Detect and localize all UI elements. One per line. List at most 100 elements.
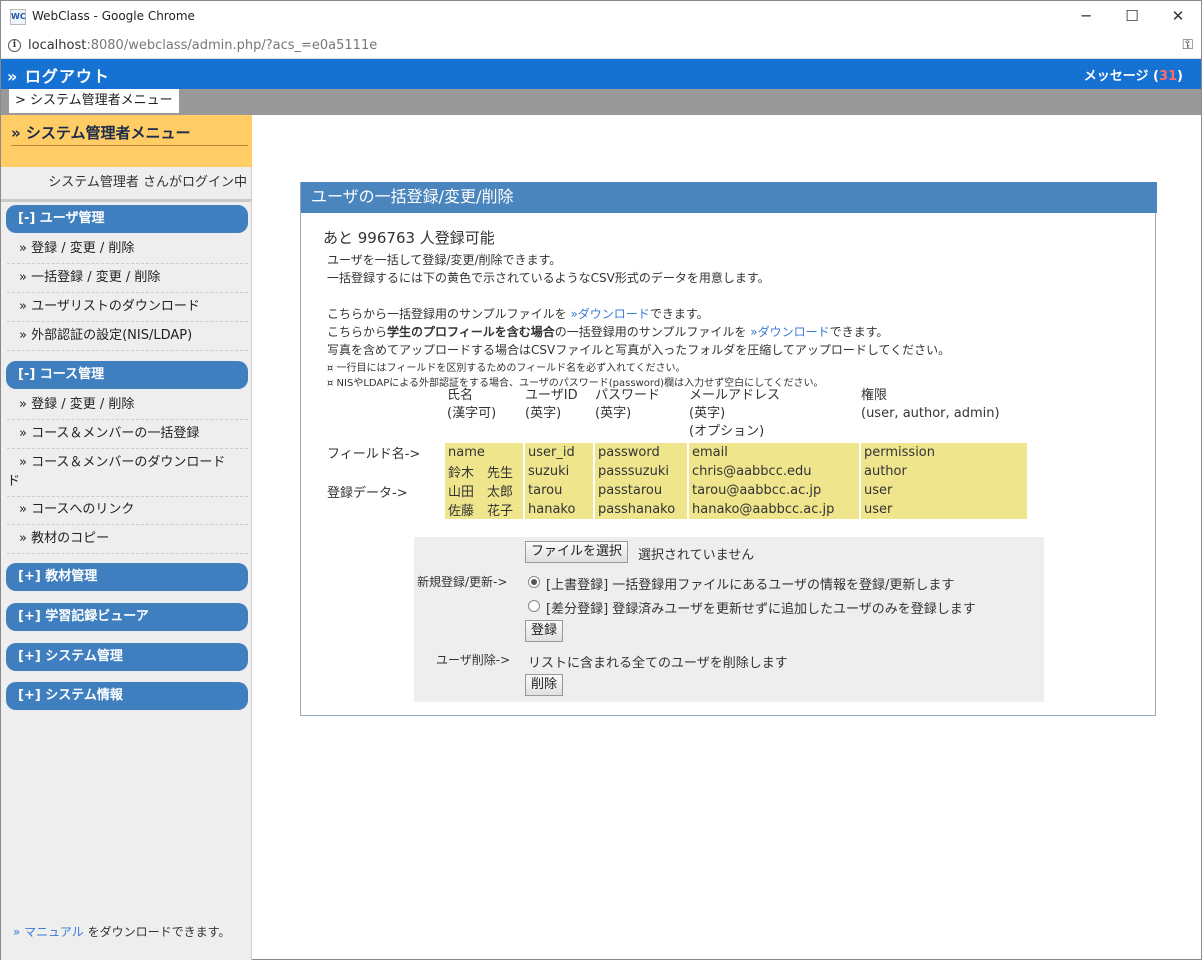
url-text[interactable]: localhost:8080/webclass/admin.php/?acs_=… xyxy=(28,38,377,53)
col-email-optional: (オプション) xyxy=(689,424,765,439)
sample-download-line: こちらから一括登録用のサンプルファイルを »ダウンロードできます。 xyxy=(327,305,709,322)
table-cell: passsuzuki xyxy=(595,462,687,481)
site-info-icon[interactable]: i xyxy=(8,39,21,52)
section-system-info[interactable]: [+] システム情報 xyxy=(6,682,248,710)
profile-sample-text: こちらから xyxy=(327,325,388,339)
sidebar-item-external-auth[interactable]: » 外部認証の設定(NIS/LDAP) xyxy=(7,321,248,351)
register-button[interactable]: 登録 xyxy=(525,620,564,642)
column-header-name: 氏名 (漢字可) xyxy=(447,387,496,423)
table-cell: name xyxy=(445,443,523,462)
sidebar-item-user-register[interactable]: » 登録 / 変更 / 削除 xyxy=(7,234,248,264)
delete-description: リストに含まれる全てのユーザを削除します xyxy=(528,656,788,671)
column-header-password: パスワード (英字) xyxy=(595,387,660,423)
section-material-management[interactable]: [+] 教材管理 xyxy=(6,563,248,591)
sample-text-end: できます。 xyxy=(649,307,709,321)
table-cell: tarou@aabbcc.ac.jp xyxy=(689,481,859,500)
sidebar-item-course-register[interactable]: » 登録 / 変更 / 削除 xyxy=(7,390,248,420)
table-cell: hanako@aabbcc.ac.jp xyxy=(689,500,859,519)
browser-window: WC WebClass - Google Chrome ─ ☐ ✕ i loca… xyxy=(0,0,1202,960)
section-learning-viewer[interactable]: [+] 学習記録ビューア xyxy=(6,603,248,631)
col-permission-title: 権限 xyxy=(861,388,888,403)
photo-upload-note: 写真を含めてアップロードする場合はCSVファイルと写真が入ったフォルダを圧縮して… xyxy=(327,343,951,357)
breadcrumb-bar: > システム管理者メニュー xyxy=(1,89,1201,115)
manual-link[interactable]: » マニュアル xyxy=(13,925,84,939)
sidebar-item-user-bulk[interactable]: » 一括登録 / 変更 / 削除 xyxy=(7,263,248,293)
table-cell: chris@aabbcc.edu xyxy=(689,462,859,481)
col-password-sub: (英字) xyxy=(595,406,632,421)
sidebar-item-course-download[interactable]: » コース＆メンバーのダウンロード ド xyxy=(7,448,248,497)
sidebar-item-course-bulk[interactable]: » コース＆メンバーの一括登録 xyxy=(7,419,248,449)
table-cell: hanako xyxy=(525,500,593,519)
url-path: :8080/webclass/admin.php/?acs_=e0a5111e xyxy=(86,38,378,53)
col-userid-title: ユーザID xyxy=(525,388,578,403)
col-password-title: パスワード xyxy=(595,388,661,403)
panel-title: ユーザの一括登録/変更/削除 xyxy=(301,182,1157,213)
table-cell: passhanako xyxy=(595,500,687,519)
maximize-button[interactable]: ☐ xyxy=(1109,1,1155,33)
window-title: WebClass - Google Chrome xyxy=(32,9,195,23)
table-row: name user_id password email permission xyxy=(445,443,1027,462)
section-course-management[interactable]: [-] コース管理 xyxy=(6,361,248,389)
address-bar[interactable]: i localhost:8080/webclass/admin.php/?acs… xyxy=(1,33,1201,59)
upload-form: ファイルを選択 選択されていません 新規登録/更新-> [上書登録] 一括登録用… xyxy=(414,537,1044,702)
table-cell: 佐藤 花子 xyxy=(445,500,523,519)
login-status: システム管理者 さんがログイン中 xyxy=(48,175,247,190)
table-row: 山田 太郎 tarou passtarou tarou@aabbcc.ac.jp… xyxy=(445,481,1027,500)
data-row-label: 登録データ-> xyxy=(327,486,408,501)
url-host: localhost xyxy=(28,38,87,53)
table-cell: 山田 太郎 xyxy=(445,481,523,500)
breadcrumb[interactable]: > システム管理者メニュー xyxy=(9,89,179,113)
col-permission-sub: (user, author, admin) xyxy=(861,406,1000,421)
col-email-sub: (英字) xyxy=(689,406,726,421)
sidebar: » システム管理者メニュー システム管理者 さんがログイン中 [-] ユーザ管理… xyxy=(1,115,252,960)
manual-text: をダウンロードできます。 xyxy=(83,925,231,939)
table-cell: suzuki xyxy=(525,462,593,481)
table-cell: permission xyxy=(861,443,1027,462)
sidebar-item-course-download-wrap: ド xyxy=(7,474,21,489)
description-line-2: 一括登録するには下の黄色で示されているようなCSV形式のデータを用意します。 xyxy=(327,271,770,285)
profile-sample-mid: の一括登録用のサンプルファイルを xyxy=(554,325,751,339)
sidebar-item-course-link[interactable]: » コースへのリンク xyxy=(7,495,248,525)
sidebar-item-course-download-label: » コース＆メンバーのダウンロード xyxy=(19,455,226,470)
profile-sample-download-link[interactable]: »ダウンロード xyxy=(750,325,829,339)
sample-text: こちらから一括登録用のサンプルファイルを xyxy=(327,307,571,321)
delete-label: ユーザ削除-> xyxy=(436,653,511,667)
close-button[interactable]: ✕ xyxy=(1155,1,1201,33)
sample-download-link[interactable]: »ダウンロード xyxy=(570,307,649,321)
choose-file-button[interactable]: ファイルを選択 xyxy=(525,541,629,563)
sidebar-title: » システム管理者メニュー xyxy=(11,122,248,146)
description-line-1: ユーザを一括して登録/変更/削除できます。 xyxy=(327,253,562,267)
bulk-register-panel: ユーザの一括登録/変更/削除 あと 996763 人登録可能 ユーザを一括して登… xyxy=(300,182,1157,716)
messages-label: メッセージ ( xyxy=(1083,69,1159,84)
table-cell: user xyxy=(861,481,1027,500)
overwrite-option-label[interactable]: [上書登録] 一括登録用ファイルにあるユーザの情報を登録/更新します xyxy=(546,574,954,593)
profile-sample-end: できます。 xyxy=(829,325,889,339)
col-name-title: 氏名 xyxy=(447,388,474,403)
col-email-title: メールアドレス xyxy=(689,388,781,403)
messages-link[interactable]: メッセージ (31) xyxy=(1084,65,1183,84)
table-cell: user_id xyxy=(525,443,593,462)
field-name-label: フィールド名-> xyxy=(327,447,421,462)
section-user-management[interactable]: [-] ユーザ管理 xyxy=(6,205,248,233)
minimize-button[interactable]: ─ xyxy=(1063,1,1109,33)
diff-radio[interactable] xyxy=(528,600,540,612)
sidebar-header: » システム管理者メニュー xyxy=(1,115,252,167)
table-row: 佐藤 花子 hanako passhanako hanako@aabbcc.ac… xyxy=(445,500,1027,519)
delete-button[interactable]: 削除 xyxy=(525,674,564,696)
profile-sample-bold: 学生のプロフィールを含む場合 xyxy=(387,325,555,339)
manual-download: » マニュアル をダウンロードできます。 xyxy=(13,923,230,940)
table-row: 鈴木 先生 suzuki passsuzuki chris@aabbcc.edu… xyxy=(445,462,1027,481)
table-cell: author xyxy=(861,462,1027,481)
overwrite-radio[interactable] xyxy=(528,576,540,588)
title-bar: WC WebClass - Google Chrome ─ ☐ ✕ xyxy=(1,1,1201,33)
section-system-management[interactable]: [+] システム管理 xyxy=(6,643,248,671)
diff-option-label[interactable]: [差分登録] 登録済みユーザを更新せずに追加したユーザのみを登録します xyxy=(546,598,976,617)
col-name-sub: (漢字可) xyxy=(447,406,497,421)
sidebar-item-user-download[interactable]: » ユーザリストのダウンロード xyxy=(7,292,248,322)
logout-link[interactable]: » ログアウト xyxy=(7,63,110,87)
webclass-favicon-icon: WC xyxy=(10,9,26,25)
key-icon[interactable]: ⚿ xyxy=(1182,37,1193,53)
sidebar-item-material-copy[interactable]: » 教材のコピー xyxy=(7,524,248,554)
table-cell: password xyxy=(595,443,687,462)
sidebar-divider xyxy=(1,199,252,202)
